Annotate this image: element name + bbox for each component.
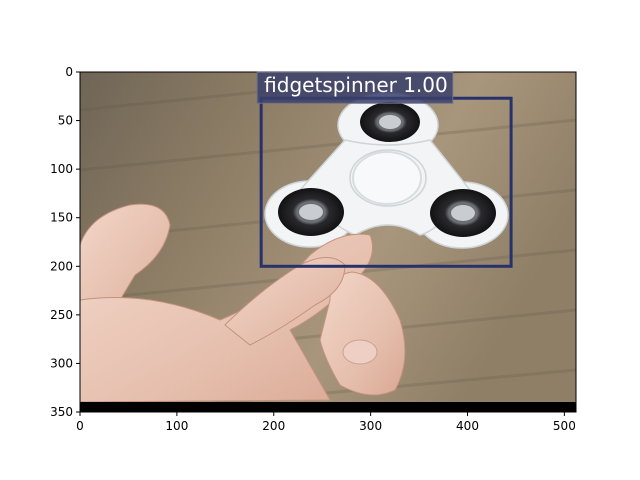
photo: [80, 72, 576, 412]
bearing-left: [278, 188, 344, 236]
y-tick-label: 150: [50, 211, 73, 225]
x-tick-label: 100: [165, 419, 188, 433]
bottom-padding-band: [80, 402, 576, 412]
figure-canvas: fidgetspinner 1.00 0 100 200 300 400 500 0 50 1…: [50, 65, 577, 433]
y-tick-label: 250: [50, 308, 73, 322]
x-tick-label: 400: [456, 419, 479, 433]
y-tick-label: 300: [50, 356, 73, 370]
bearing-right: [430, 189, 496, 237]
y-tick-label: 0: [65, 65, 73, 79]
x-axis-ticks: 0 100 200 300 400 500: [76, 412, 576, 433]
y-axis-ticks: 0 50 100 150 200 250 300 350: [50, 65, 80, 419]
x-tick-label: 300: [359, 419, 382, 433]
thumbnail: [342, 339, 378, 365]
y-tick-label: 50: [58, 114, 73, 128]
y-tick-label: 200: [50, 259, 73, 273]
bearing-top: [360, 102, 420, 142]
x-tick-label: 0: [76, 419, 84, 433]
y-tick-label: 100: [50, 162, 73, 176]
detection-label: fidgetspinner 1.00: [264, 73, 448, 97]
x-tick-label: 200: [262, 419, 285, 433]
x-tick-label: 500: [553, 419, 576, 433]
y-tick-label: 350: [50, 405, 73, 419]
